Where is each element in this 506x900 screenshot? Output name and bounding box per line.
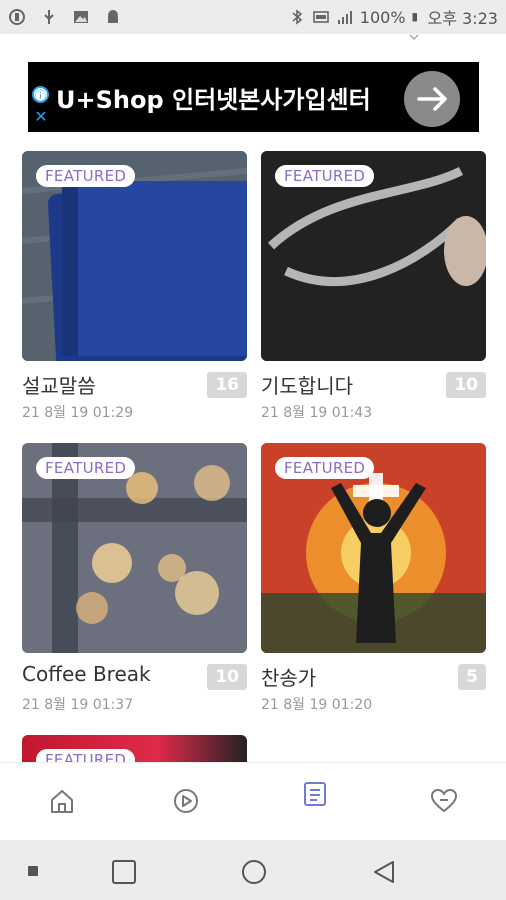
card-count-badge: 16 — [207, 372, 247, 398]
nav-favorites-button[interactable] — [424, 781, 464, 821]
category-card[interactable]: FEATURED 설교말씀 16 21 8월 19 01:29 — [22, 151, 247, 421]
featured-badge: FEATURED — [275, 457, 375, 479]
card-thumbnail[interactable]: FEATURED — [22, 443, 247, 653]
ad-arrow-button[interactable] — [404, 71, 460, 127]
battery-icon — [412, 13, 417, 22]
system-navigation-bar — [0, 840, 506, 900]
home-circle-icon[interactable] — [240, 858, 268, 886]
nav-play-button[interactable] — [166, 781, 206, 821]
status-bar: 100% 오후 3:23 — [0, 0, 506, 34]
home-icon — [51, 790, 73, 813]
back-triangle-icon[interactable] — [370, 858, 398, 886]
status-time: 오후 3:23 — [427, 9, 498, 28]
card-thumbnail[interactable]: FEATURED — [22, 151, 247, 361]
arrow-right-icon — [417, 87, 447, 111]
featured-badge: FEATURED — [36, 457, 136, 479]
featured-badge: FEATURED — [36, 749, 136, 762]
card-date: 21 8월 19 01:43 — [261, 405, 373, 421]
card-date: 21 8월 19 01:20 — [261, 697, 373, 713]
menu-dot-icon[interactable] — [28, 866, 38, 876]
bluetooth-icon — [292, 9, 303, 25]
card-date: 21 8월 19 01:29 — [22, 405, 134, 421]
usb-debug-icon — [44, 10, 54, 24]
card-thumbnail[interactable]: FEATURED — [261, 151, 486, 361]
cast-icon — [312, 11, 329, 23]
usb-icon — [9, 9, 25, 25]
nav-list-button[interactable] — [295, 773, 335, 813]
ad-banner[interactable]: ⓘ ✕ U+Shop 인터넷본사가입센터 — [28, 62, 479, 132]
recents-square-icon[interactable] — [110, 858, 138, 886]
category-card[interactable]: FEATURED — [22, 735, 247, 762]
battery-percent: 100% — [359, 7, 406, 27]
card-count-badge: 10 — [446, 372, 486, 398]
featured-badge: FEATURED — [36, 165, 136, 187]
card-thumbnail[interactable]: FEATURED — [261, 443, 486, 653]
card-date: 21 8월 19 01:37 — [22, 697, 134, 713]
card-title[interactable]: 기도합니다 — [261, 370, 353, 399]
card-title[interactable]: Coffee Break — [22, 662, 151, 686]
list-icon — [304, 782, 326, 806]
card-title[interactable]: 찬송가 — [261, 662, 316, 691]
card-thumbnail[interactable]: FEATURED — [22, 735, 247, 762]
ad-title[interactable]: U+Shop 인터넷본사가입센터 — [56, 80, 371, 115]
heart-icon — [431, 789, 457, 812]
nav-home-button[interactable] — [42, 781, 82, 821]
android-icon — [108, 10, 118, 23]
category-card[interactable]: FEATURED Coffee Break 10 21 8월 19 01:37 — [22, 443, 247, 713]
card-title[interactable]: 설교말씀 — [22, 370, 96, 399]
ad-close-icon[interactable]: ✕ — [33, 109, 49, 125]
category-card[interactable]: FEATURED 찬송가 5 21 8월 19 01:20 — [261, 443, 486, 713]
image-icon — [74, 11, 88, 23]
card-count-badge: 5 — [458, 664, 486, 690]
pull-handle-icon[interactable] — [409, 34, 419, 40]
featured-badge: FEATURED — [275, 165, 375, 187]
bottom-navigation — [0, 762, 506, 841]
category-card[interactable]: FEATURED 기도합니다 10 21 8월 19 01:43 — [261, 151, 486, 421]
ad-info-icon[interactable]: ⓘ — [32, 86, 49, 103]
play-icon — [174, 789, 198, 813]
card-count-badge: 10 — [207, 664, 247, 690]
signal-icon — [337, 11, 352, 24]
